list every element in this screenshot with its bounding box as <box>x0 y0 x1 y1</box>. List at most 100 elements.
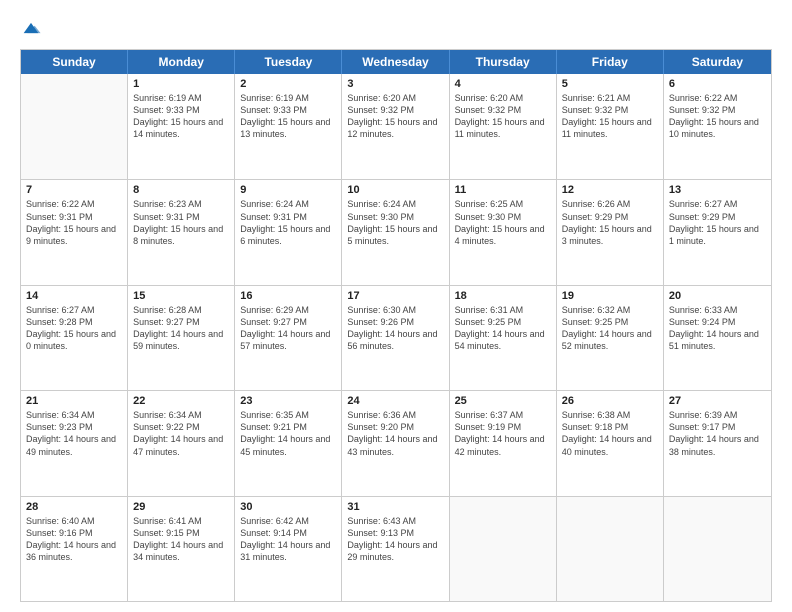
day-number: 10 <box>347 184 443 196</box>
day-info: Sunrise: 6:19 AMSunset: 9:33 PMDaylight:… <box>133 92 229 141</box>
day-number: 1 <box>133 78 229 90</box>
calendar-cell: 28 Sunrise: 6:40 AMSunset: 9:16 PMDayligh… <box>21 497 128 601</box>
calendar-cell: 14 Sunrise: 6:27 AMSunset: 9:28 PMDayligh… <box>21 286 128 390</box>
day-info: Sunrise: 6:32 AMSunset: 9:25 PMDaylight:… <box>562 304 658 353</box>
calendar-cell: 30 Sunrise: 6:42 AMSunset: 9:14 PMDayligh… <box>235 497 342 601</box>
day-info: Sunrise: 6:28 AMSunset: 9:27 PMDaylight:… <box>133 304 229 353</box>
day-number: 6 <box>669 78 766 90</box>
calendar-cell: 19 Sunrise: 6:32 AMSunset: 9:25 PMDayligh… <box>557 286 664 390</box>
calendar-cell: 20 Sunrise: 6:33 AMSunset: 9:24 PMDayligh… <box>664 286 771 390</box>
calendar-cell: 22 Sunrise: 6:34 AMSunset: 9:22 PMDayligh… <box>128 391 235 495</box>
day-number: 24 <box>347 395 443 407</box>
day-number: 25 <box>455 395 551 407</box>
day-number: 8 <box>133 184 229 196</box>
day-number: 11 <box>455 184 551 196</box>
day-number: 13 <box>669 184 766 196</box>
day-number: 20 <box>669 290 766 302</box>
calendar-body: 1 Sunrise: 6:19 AMSunset: 9:33 PMDaylight… <box>21 74 771 601</box>
calendar-day-header-saturday: Saturday <box>664 50 771 74</box>
calendar-cell: 9 Sunrise: 6:24 AMSunset: 9:31 PMDaylight… <box>235 180 342 284</box>
calendar-cell: 10Sunrise: 6:24 AMSunset: 9:30 PMDayligh… <box>342 180 449 284</box>
calendar-day-header-monday: Monday <box>128 50 235 74</box>
day-info: Sunrise: 6:24 AMSunset: 9:31 PMDaylight:… <box>240 198 336 247</box>
day-info: Sunrise: 6:39 AMSunset: 9:17 PMDaylight:… <box>669 409 766 458</box>
day-info: Sunrise: 6:36 AMSunset: 9:20 PMDaylight:… <box>347 409 443 458</box>
day-info: Sunrise: 6:23 AMSunset: 9:31 PMDaylight:… <box>133 198 229 247</box>
day-info: Sunrise: 6:20 AMSunset: 9:32 PMDaylight:… <box>455 92 551 141</box>
calendar-cell: 24 Sunrise: 6:36 AMSunset: 9:20 PMDayligh… <box>342 391 449 495</box>
day-info: Sunrise: 6:22 AMSunset: 9:32 PMDaylight:… <box>669 92 766 141</box>
day-info: Sunrise: 6:33 AMSunset: 9:24 PMDaylight:… <box>669 304 766 353</box>
day-info: Sunrise: 6:42 AMSunset: 9:14 PMDaylight:… <box>240 515 336 564</box>
calendar-day-header-tuesday: Tuesday <box>235 50 342 74</box>
day-number: 19 <box>562 290 658 302</box>
day-info: Sunrise: 6:31 AMSunset: 9:25 PMDaylight:… <box>455 304 551 353</box>
logo <box>20 16 46 39</box>
day-number: 29 <box>133 501 229 513</box>
day-info: Sunrise: 6:43 AMSunset: 9:13 PMDaylight:… <box>347 515 443 564</box>
calendar-cell: 25 Sunrise: 6:37 AMSunset: 9:19 PMDayligh… <box>450 391 557 495</box>
day-number: 28 <box>26 501 122 513</box>
calendar-cell <box>557 497 664 601</box>
day-number: 21 <box>26 395 122 407</box>
day-number: 30 <box>240 501 336 513</box>
calendar: SundayMondayTuesdayWednesdayThursdayFrid… <box>20 49 772 602</box>
day-info: Sunrise: 6:30 AMSunset: 9:26 PMDaylight:… <box>347 304 443 353</box>
calendar-cell: 1 Sunrise: 6:19 AMSunset: 9:33 PMDaylight… <box>128 74 235 179</box>
calendar-cell <box>450 497 557 601</box>
day-number: 23 <box>240 395 336 407</box>
day-info: Sunrise: 6:29 AMSunset: 9:27 PMDaylight:… <box>240 304 336 353</box>
calendar-header: SundayMondayTuesdayWednesdayThursdayFrid… <box>21 50 771 74</box>
calendar-cell: 27 Sunrise: 6:39 AMSunset: 9:17 PMDayligh… <box>664 391 771 495</box>
day-number: 17 <box>347 290 443 302</box>
day-number: 14 <box>26 290 122 302</box>
day-number: 5 <box>562 78 658 90</box>
day-number: 2 <box>240 78 336 90</box>
calendar-day-header-thursday: Thursday <box>450 50 557 74</box>
day-info: Sunrise: 6:38 AMSunset: 9:18 PMDaylight:… <box>562 409 658 458</box>
calendar-cell: 4 Sunrise: 6:20 AMSunset: 9:32 PMDaylight… <box>450 74 557 179</box>
calendar-cell: 29Sunrise: 6:41 AMSunset: 9:15 PMDayligh… <box>128 497 235 601</box>
day-info: Sunrise: 6:26 AMSunset: 9:29 PMDaylight:… <box>562 198 658 247</box>
day-number: 4 <box>455 78 551 90</box>
calendar-cell <box>664 497 771 601</box>
generalblue-logo-icon <box>20 17 42 39</box>
calendar-cell: 6 Sunrise: 6:22 AMSunset: 9:32 PMDaylight… <box>664 74 771 179</box>
day-info: Sunrise: 6:27 AMSunset: 9:29 PMDaylight:… <box>669 198 766 247</box>
day-info: Sunrise: 6:34 AMSunset: 9:22 PMDaylight:… <box>133 409 229 458</box>
calendar-row-week-3: 14 Sunrise: 6:27 AMSunset: 9:28 PMDayligh… <box>21 285 771 390</box>
calendar-cell: 17 Sunrise: 6:30 AMSunset: 9:26 PMDayligh… <box>342 286 449 390</box>
day-info: Sunrise: 6:37 AMSunset: 9:19 PMDaylight:… <box>455 409 551 458</box>
day-info: Sunrise: 6:27 AMSunset: 9:28 PMDaylight:… <box>26 304 122 353</box>
page: SundayMondayTuesdayWednesdayThursdayFrid… <box>0 0 792 612</box>
day-info: Sunrise: 6:35 AMSunset: 9:21 PMDaylight:… <box>240 409 336 458</box>
day-info: Sunrise: 6:40 AMSunset: 9:16 PMDaylight:… <box>26 515 122 564</box>
day-info: Sunrise: 6:19 AMSunset: 9:33 PMDaylight:… <box>240 92 336 141</box>
day-number: 26 <box>562 395 658 407</box>
day-number: 3 <box>347 78 443 90</box>
calendar-cell: 21Sunrise: 6:34 AMSunset: 9:23 PMDayligh… <box>21 391 128 495</box>
calendar-cell: 2 Sunrise: 6:19 AMSunset: 9:33 PMDaylight… <box>235 74 342 179</box>
day-number: 9 <box>240 184 336 196</box>
calendar-cell: 18Sunrise: 6:31 AMSunset: 9:25 PMDayligh… <box>450 286 557 390</box>
day-number: 15 <box>133 290 229 302</box>
calendar-cell: 23 Sunrise: 6:35 AMSunset: 9:21 PMDayligh… <box>235 391 342 495</box>
day-number: 22 <box>133 395 229 407</box>
calendar-row-week-5: 28 Sunrise: 6:40 AMSunset: 9:16 PMDayligh… <box>21 496 771 601</box>
calendar-row-week-2: 7Sunrise: 6:22 AMSunset: 9:31 PMDaylight… <box>21 179 771 284</box>
calendar-cell: 11 Sunrise: 6:25 AMSunset: 9:30 PMDayligh… <box>450 180 557 284</box>
header <box>20 16 772 39</box>
day-info: Sunrise: 6:25 AMSunset: 9:30 PMDaylight:… <box>455 198 551 247</box>
calendar-cell: 26 Sunrise: 6:38 AMSunset: 9:18 PMDayligh… <box>557 391 664 495</box>
calendar-cell: 16Sunrise: 6:29 AMSunset: 9:27 PMDayligh… <box>235 286 342 390</box>
calendar-row-week-4: 21Sunrise: 6:34 AMSunset: 9:23 PMDayligh… <box>21 390 771 495</box>
calendar-cell: 8 Sunrise: 6:23 AMSunset: 9:31 PMDaylight… <box>128 180 235 284</box>
calendar-cell: 5 Sunrise: 6:21 AMSunset: 9:32 PMDaylight… <box>557 74 664 179</box>
day-info: Sunrise: 6:21 AMSunset: 9:32 PMDaylight:… <box>562 92 658 141</box>
calendar-day-header-wednesday: Wednesday <box>342 50 449 74</box>
day-number: 27 <box>669 395 766 407</box>
calendar-cell: 31Sunrise: 6:43 AMSunset: 9:13 PMDayligh… <box>342 497 449 601</box>
day-number: 12 <box>562 184 658 196</box>
calendar-cell <box>21 74 128 179</box>
calendar-row-week-1: 1 Sunrise: 6:19 AMSunset: 9:33 PMDaylight… <box>21 74 771 179</box>
